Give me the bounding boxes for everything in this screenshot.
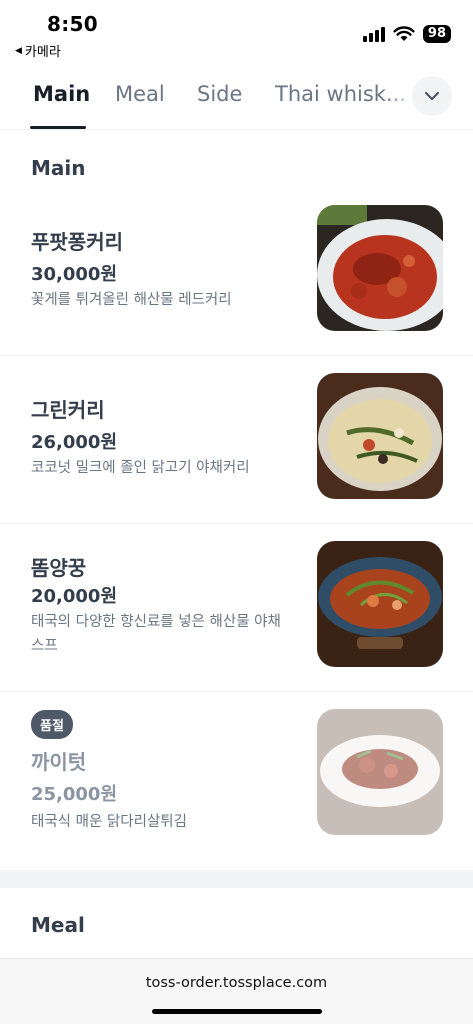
item-price: 30,000원 — [31, 264, 118, 285]
section-title-meal: Meal — [31, 913, 85, 937]
home-indicator[interactable] — [152, 1009, 322, 1014]
wifi-icon — [393, 26, 415, 41]
menu-item[interactable]: 품절 까이텃 25,000원 태국식 매운 닭다리살튀김 — [0, 692, 473, 860]
item-description: 코코넛 밀크에 졸인 닭고기 야채커리 — [31, 460, 250, 476]
chevron-down-icon — [424, 91, 440, 101]
item-name: 푸팟퐁커리 — [31, 230, 123, 254]
back-to-app-link[interactable]: ◀ 카메라 — [15, 41, 61, 60]
active-tab-indicator — [30, 126, 86, 129]
battery-indicator: 98 — [422, 25, 451, 43]
status-time: 8:50 — [47, 12, 98, 36]
item-photo — [317, 373, 443, 499]
sold-out-badge: 품절 — [31, 710, 73, 739]
menu-item[interactable]: 똠양꿍 20,000원 태국의 다양한 향신료를 넣은 해산물 야채스프 — [0, 524, 473, 692]
tab-side[interactable]: Side — [197, 82, 242, 106]
url-text[interactable]: toss-order.tossplace.com — [0, 975, 473, 991]
tab-main[interactable]: Main — [33, 82, 90, 106]
section-separator — [0, 870, 473, 888]
item-photo — [317, 205, 443, 331]
item-description: 태국식 매운 닭다리살튀김 — [31, 814, 187, 830]
browser-address-bar[interactable]: toss-order.tossplace.com — [0, 958, 473, 1024]
item-price: 20,000원 — [31, 586, 118, 607]
cellular-signal-icon — [362, 26, 385, 42]
item-name: 그린커리 — [31, 398, 105, 422]
expand-categories-button[interactable] — [412, 76, 452, 116]
status-bar: 8:50 ◀ 카메라 98 — [0, 0, 473, 62]
back-triangle-icon: ◀ — [15, 45, 22, 56]
status-icons: 98 — [362, 25, 451, 43]
item-name: 똠양꿍 — [31, 556, 87, 580]
back-app-label: 카메라 — [24, 45, 61, 60]
menu-item[interactable]: 푸팟퐁커리 30,000원 꽃게를 튀겨올린 해산물 레드커리 — [0, 188, 473, 356]
section-title-main: Main — [31, 156, 86, 180]
menu-item[interactable]: 그린커리 26,000원 코코넛 밀크에 졸인 닭고기 야채커리 — [0, 356, 473, 524]
item-description: 꽃게를 튀겨올린 해산물 레드커리 — [31, 292, 232, 308]
tab-meal[interactable]: Meal — [115, 82, 165, 106]
item-price: 26,000원 — [31, 432, 118, 453]
item-price: 25,000원 — [31, 784, 118, 805]
item-photo — [317, 541, 443, 667]
item-description: 태국의 다양한 향신료를 넣은 해산물 야채스프 — [31, 614, 281, 654]
item-photo — [317, 709, 443, 835]
item-name: 까이텃 — [31, 750, 87, 774]
category-tabs: Main Meal Side Thai whisk... — [0, 62, 473, 130]
